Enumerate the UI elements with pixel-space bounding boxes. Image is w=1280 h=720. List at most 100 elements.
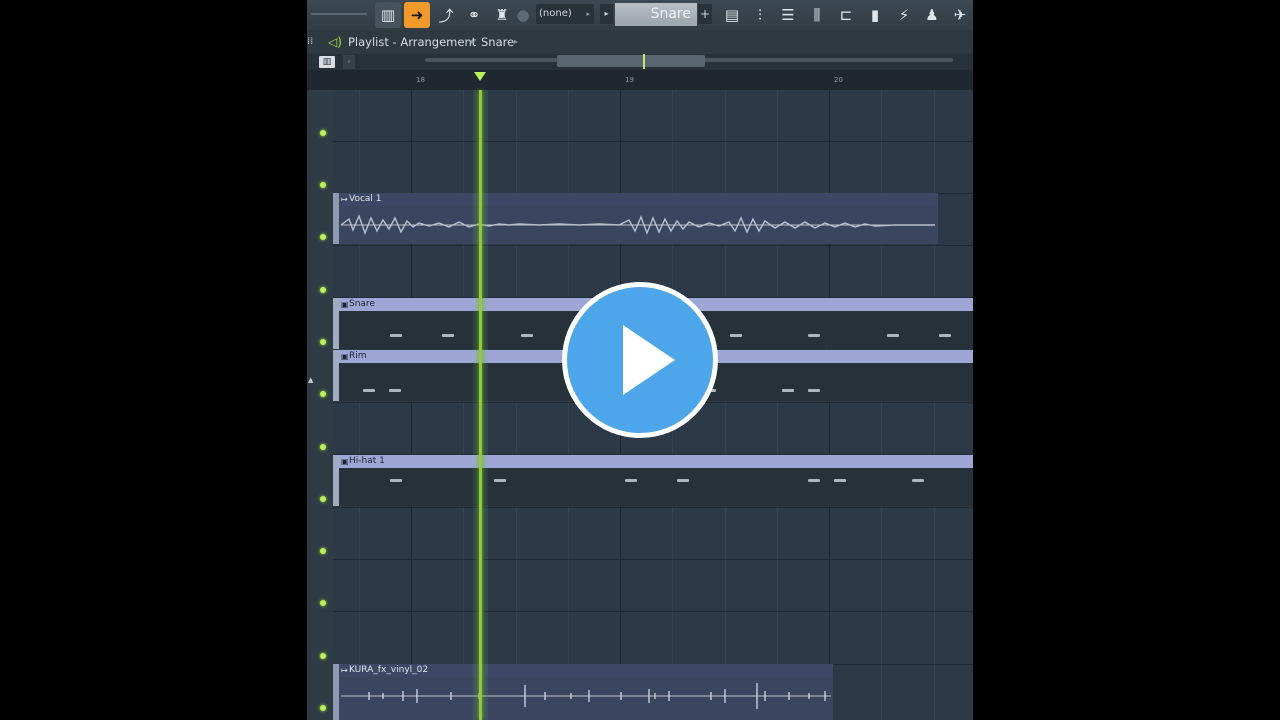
magnet-icon[interactable]: ●: [516, 2, 529, 28]
clip-name: Snare: [349, 299, 375, 309]
beat-line: [359, 90, 360, 720]
overview-scroller[interactable]: ▥ ‹: [307, 54, 973, 70]
scroll-window[interactable]: [557, 55, 705, 67]
chevron-down-icon: ▸: [586, 10, 590, 18]
arrow-tool-icon[interactable]: ➜: [404, 2, 430, 28]
beat-line: [568, 90, 569, 720]
beat-line: [463, 90, 464, 720]
audio-clip-vinyl[interactable]: ↦ KURA_fx_vinyl_02: [333, 664, 833, 720]
track-divider: [333, 559, 973, 560]
expand-arrow-icon[interactable]: ▲: [308, 376, 313, 384]
breadcrumb: Snare: [481, 35, 515, 49]
user-icon[interactable]: ♟: [919, 2, 945, 28]
mixer-icon[interactable]: ⫼: [804, 2, 830, 28]
note: [808, 479, 820, 482]
bar-number: 18: [416, 76, 425, 84]
audio-clip-icon: ↦: [341, 195, 348, 204]
clip-body: [339, 206, 938, 244]
clip-name: Vocal 1: [349, 194, 382, 204]
song-position-marker[interactable]: [474, 72, 486, 81]
play-triangle: [623, 325, 675, 395]
note: [782, 389, 794, 392]
beat-line: [881, 90, 882, 720]
clip-body: [339, 677, 833, 720]
audio-clip-vocal[interactable]: ↦ Vocal 1: [333, 193, 938, 244]
track-divider: [333, 507, 973, 508]
pattern-selector-value: (none): [539, 8, 572, 19]
play-video-icon[interactable]: [567, 287, 713, 433]
beat-line: [777, 90, 778, 720]
bar-line: [829, 90, 830, 720]
plugin-icon[interactable]: ⚡: [891, 2, 917, 28]
track-header-column: ▲: [307, 90, 333, 720]
track-mute-led[interactable]: [320, 600, 326, 606]
pattern-name-box[interactable]: Snare: [615, 3, 697, 26]
clip-name: Rim: [349, 351, 367, 361]
note: [389, 389, 401, 392]
note: [390, 479, 402, 482]
track-divider: [333, 611, 973, 612]
track-mute-led[interactable]: [320, 391, 326, 397]
note: [442, 334, 454, 337]
pattern-clip-icon: ▣: [341, 457, 349, 466]
clip-body: [339, 468, 973, 506]
beat-line: [934, 90, 935, 720]
add-pattern-button[interactable]: +: [698, 4, 712, 24]
track-divider: [333, 141, 973, 142]
channel-rack-icon[interactable]: ☰: [775, 2, 801, 28]
track-mute-led[interactable]: [320, 130, 326, 136]
toolbar: ▥ ➜ ⤴ ⚭ ♜ ● (none) ▸ ▸ Snare + ▤ ⫶ ☰ ⫼ ⊏…: [307, 0, 973, 30]
collapse-arrow-icon[interactable]: ‹: [343, 55, 355, 69]
note: [521, 334, 533, 337]
note: [808, 389, 820, 392]
bar-number: 19: [625, 76, 634, 84]
menu-icon[interactable]: ⁞⁞: [307, 36, 317, 48]
browser-icon[interactable]: ⊏: [833, 2, 859, 28]
clip-header[interactable]: ↦ KURA_fx_vinyl_02: [339, 664, 833, 677]
playlist-icon[interactable]: ▤: [719, 2, 745, 28]
track-mute-led[interactable]: [320, 287, 326, 293]
note: [887, 334, 899, 337]
window-title: Playlist - Arrangement: [348, 35, 477, 49]
track-divider: [333, 245, 973, 246]
pattern-clip-icon: ▣: [341, 352, 349, 361]
track-mute-led[interactable]: [320, 653, 326, 659]
step-seq-icon[interactable]: ⫶: [747, 2, 773, 28]
track-mute-led[interactable]: [320, 339, 326, 345]
note: [912, 479, 924, 482]
playhead[interactable]: [479, 90, 482, 720]
clip-header[interactable]: ↦ Vocal 1: [339, 193, 938, 206]
pattern-step-button[interactable]: ▸: [600, 4, 613, 24]
waveform: [341, 683, 831, 709]
note: [808, 334, 820, 337]
piano-roll-icon[interactable]: ▥: [375, 2, 401, 28]
speaker-icon[interactable]: ◁): [328, 35, 342, 49]
pattern-clip-icon: ▣: [341, 300, 349, 309]
timeline-ruler[interactable]: 18 19 20: [307, 70, 973, 90]
pattern-selector[interactable]: (none) ▸: [536, 4, 594, 24]
breadcrumb-separator: ▸: [471, 37, 476, 46]
piano-roll-toggle-icon[interactable]: ▥: [319, 56, 335, 68]
track-mute-led[interactable]: [320, 182, 326, 188]
audio-clip-icon: ↦: [341, 666, 348, 675]
note: [625, 479, 637, 482]
track-mute-led[interactable]: [320, 496, 326, 502]
track-mute-led[interactable]: [320, 444, 326, 450]
note: [494, 479, 506, 482]
beat-line: [516, 90, 517, 720]
pattern-clip-hihat[interactable]: ▣ Hi-hat 1: [333, 455, 973, 506]
snap-icon[interactable]: ✈: [947, 2, 973, 28]
stamp-icon[interactable]: ♜: [489, 2, 515, 28]
note: [730, 334, 742, 337]
playlist-titlebar: ⁞⁞ ◁) Playlist - Arrangement ▸ Snare ▸: [307, 30, 973, 54]
waveform: [340, 214, 935, 235]
draw-icon[interactable]: ⤴: [433, 2, 459, 28]
note: [939, 334, 951, 337]
track-mute-led[interactable]: [320, 705, 326, 711]
note: [677, 479, 689, 482]
file-icon[interactable]: ▮: [862, 2, 888, 28]
track-mute-led[interactable]: [320, 234, 326, 240]
link-icon[interactable]: ⚭: [461, 2, 487, 28]
track-mute-led[interactable]: [320, 548, 326, 554]
clip-header[interactable]: ▣ Hi-hat 1: [339, 455, 973, 468]
